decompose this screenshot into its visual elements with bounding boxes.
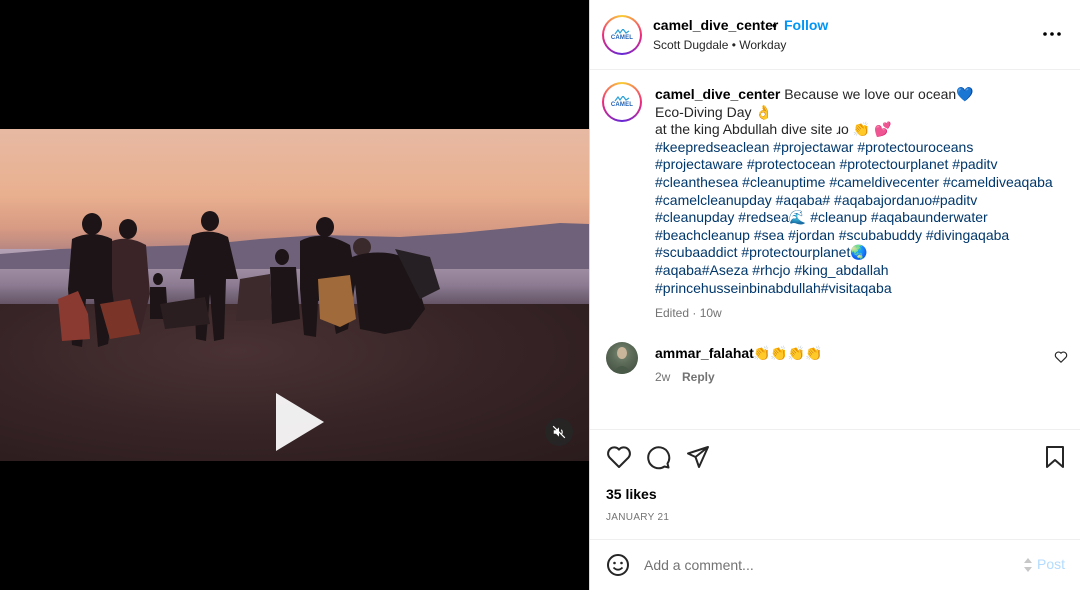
comment-like-heart-icon[interactable] <box>1054 350 1068 364</box>
post-comment-button[interactable]: Post <box>1037 556 1065 572</box>
paper-plane-icon[interactable] <box>685 444 711 470</box>
follow-button[interactable]: Follow <box>784 17 828 33</box>
caption-author-avatar[interactable]: CAMEL <box>602 82 642 122</box>
hashtag-line[interactable]: #scubaaddict #protectourplanet🌏 <box>655 244 1065 262</box>
speech-bubble-icon[interactable] <box>645 444 671 470</box>
caption-text-line: Eco-Diving Day 👌 <box>655 103 773 120</box>
muted-speaker-icon[interactable] <box>545 418 573 446</box>
more-options-icon[interactable] <box>1040 24 1064 44</box>
post-actions: 35 likes JANUARY 21 <box>590 429 1080 539</box>
hashtag-line[interactable]: #projectaware #protectocean #protectourp… <box>655 156 1065 174</box>
media-panel <box>0 0 589 590</box>
play-icon[interactable] <box>260 387 330 457</box>
audio-subtitle[interactable]: Scott Dugdale • Workday <box>653 38 786 52</box>
add-comment-bar: Post <box>590 539 1080 590</box>
hashtag-line[interactable]: #beachcleanup #sea #jordan #scubabuddy #… <box>655 227 1065 245</box>
author-username[interactable]: camel_dive_center <box>653 17 778 33</box>
caption-text-line: at the king Abdullah dive site ɹo 👏 💕 <box>655 121 892 138</box>
reply-button[interactable]: Reply <box>682 370 715 384</box>
comment-time: 2w <box>655 370 671 384</box>
caption-edited-time: Edited · 10w <box>655 306 722 320</box>
post-details-panel: CAMEL camel_dive_center • Follow Scott D… <box>589 0 1080 590</box>
hashtag-line[interactable]: #princehusseinbinabdullah#visitaqaba <box>655 280 1065 298</box>
post-date: JANUARY 21 <box>606 512 670 523</box>
person-photo-icon <box>612 347 632 374</box>
comment-username[interactable]: ammar_falahat <box>655 345 754 361</box>
header-separator: • <box>772 17 777 33</box>
heart-icon[interactable] <box>606 444 632 470</box>
caption-username[interactable]: camel_dive_center <box>655 86 780 102</box>
logo-text: CAMEL <box>610 102 634 108</box>
hashtag-line[interactable]: #cleanupday #redsea🌊 #cleanup #aqabaunde… <box>655 209 1065 227</box>
logo-text: CAMEL <box>610 35 634 41</box>
likes-count[interactable]: 35 likes <box>606 486 657 502</box>
chevron-up-down-icon <box>1024 558 1032 572</box>
hashtag-line[interactable]: #camelcleanupday #aqaba# #aqabajordanɹo#… <box>655 192 1065 210</box>
caption-text-line: Because we love our ocean💙 <box>784 86 974 102</box>
hashtag-line[interactable]: #cleanthesea #cleanuptime #cameldivecent… <box>655 174 1065 192</box>
caption-first-line: camel_dive_center Because we love our oc… <box>655 86 1065 104</box>
hashtag-line[interactable]: #keepredseaclean #projectawar #protectou… <box>655 139 1065 157</box>
commenter-avatar[interactable] <box>606 342 638 374</box>
video-player[interactable] <box>0 129 589 461</box>
post-header: CAMEL camel_dive_center • Follow Scott D… <box>590 0 1080 70</box>
comment-input[interactable] <box>644 554 1004 576</box>
hashtag-line[interactable]: #aqaba#Aseza #rhcjo #king_abdallah <box>655 262 1065 280</box>
comment-text: 👏👏👏👏 <box>753 345 823 361</box>
author-avatar[interactable]: CAMEL <box>602 15 642 55</box>
bookmark-icon[interactable] <box>1042 444 1068 470</box>
speaker-off-glyph <box>552 425 566 439</box>
post-caption: camel_dive_center Because we love our oc… <box>655 86 1065 297</box>
emoji-icon[interactable] <box>606 553 630 577</box>
